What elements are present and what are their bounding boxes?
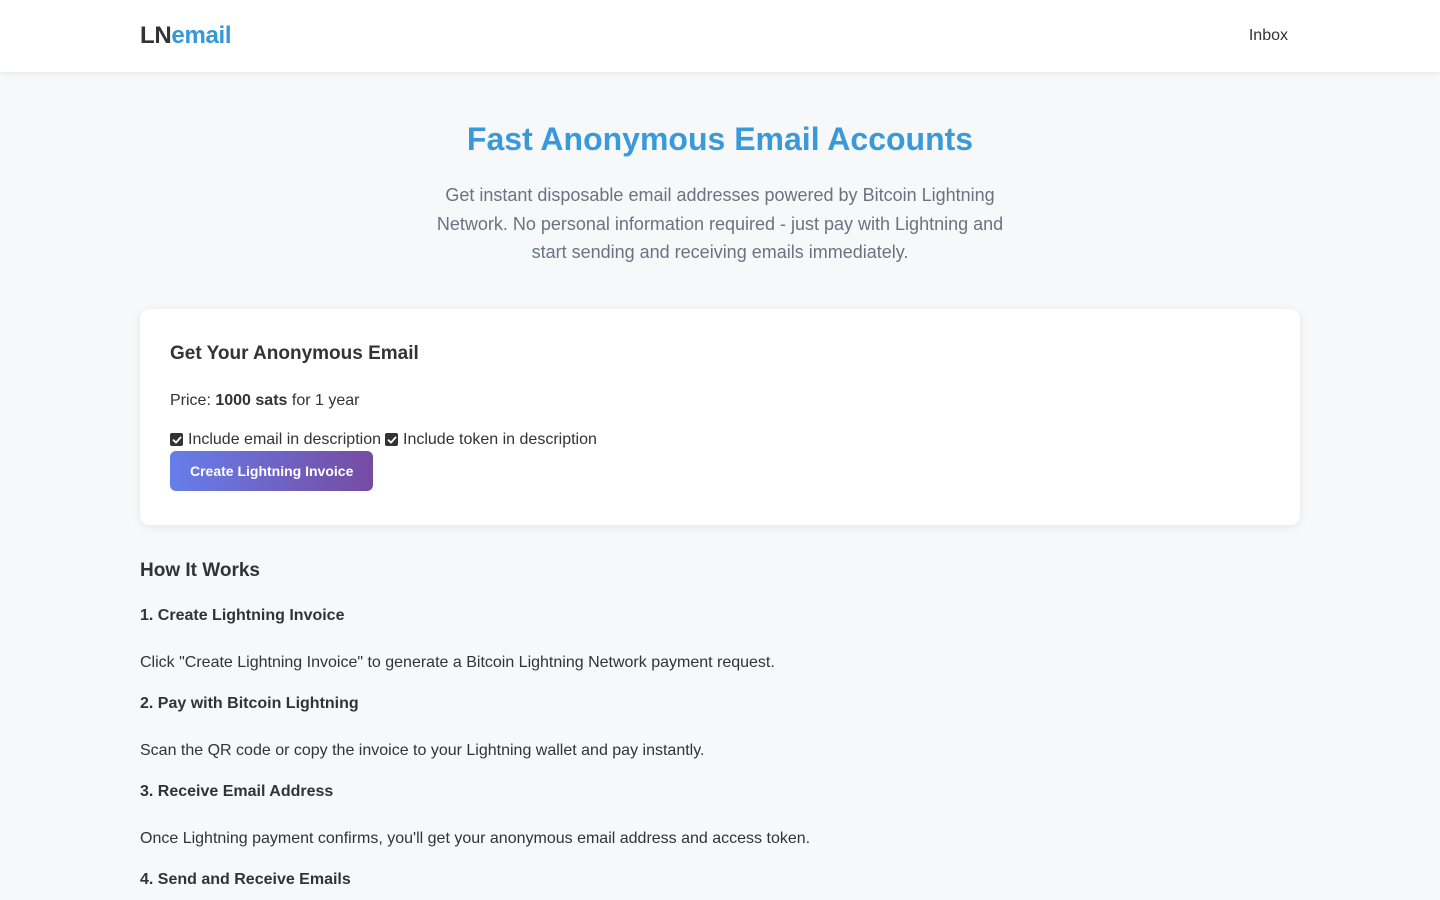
logo-prefix: LN (140, 22, 172, 49)
invoice-options: Include email in description Include tok… (170, 430, 1270, 450)
hero-section: Fast Anonymous Email Accounts Get instan… (140, 72, 1300, 267)
step-3-description: Once Lightning payment confirms, you'll … (140, 829, 811, 847)
checkmark-icon (387, 436, 396, 443)
step-3-title: 3. Receive Email Address (140, 782, 334, 800)
include-email-option[interactable]: Include email in description (170, 430, 381, 450)
include-token-label: Include token in description (403, 430, 597, 448)
hero-title: Fast Anonymous Email Accounts (466, 121, 974, 157)
nav-inbox-link[interactable]: Inbox (1249, 27, 1288, 45)
price-amount: 1000 sats (215, 391, 288, 409)
create-invoice-button[interactable]: Create Lightning Invoice (170, 450, 374, 491)
checkmark-icon (172, 436, 181, 443)
include-email-checkbox[interactable] (170, 433, 183, 446)
header-inner: LNemail Inbox (140, 0, 1300, 72)
price-period: for 1 year (291, 391, 360, 409)
include-token-option[interactable]: Include token in description (385, 430, 597, 450)
include-token-checkbox[interactable] (385, 433, 398, 446)
price-label: Price: (170, 391, 211, 409)
card-title: Get Your Anonymous Email (170, 342, 419, 364)
logo-suffix: email (171, 22, 232, 49)
how-it-works-section: How It Works 1. Create Lightning Invoice… (140, 559, 1300, 890)
include-email-label: Include email in description (188, 430, 381, 448)
how-it-works-title: How It Works (140, 559, 260, 581)
hero-subtitle: Get instant disposable email addresses p… (436, 185, 1004, 262)
step-1-description: Click "Create Lightning Invoice" to gene… (140, 653, 775, 671)
top-header: LNemail Inbox (0, 0, 1440, 72)
price-line: Price: 1000 sats for 1 year (170, 390, 1270, 412)
signup-card: Get Your Anonymous Email Price: 1000 sat… (140, 308, 1300, 525)
step-2-description: Scan the QR code or copy the invoice to … (140, 741, 705, 759)
step-2-title: 2. Pay with Bitcoin Lightning (140, 694, 359, 712)
step-4-title: 4. Send and Receive Emails (140, 870, 351, 888)
logo[interactable]: LNemail (140, 22, 232, 50)
step-1-title: 1. Create Lightning Invoice (140, 606, 345, 624)
main-content: Fast Anonymous Email Accounts Get instan… (140, 72, 1300, 890)
